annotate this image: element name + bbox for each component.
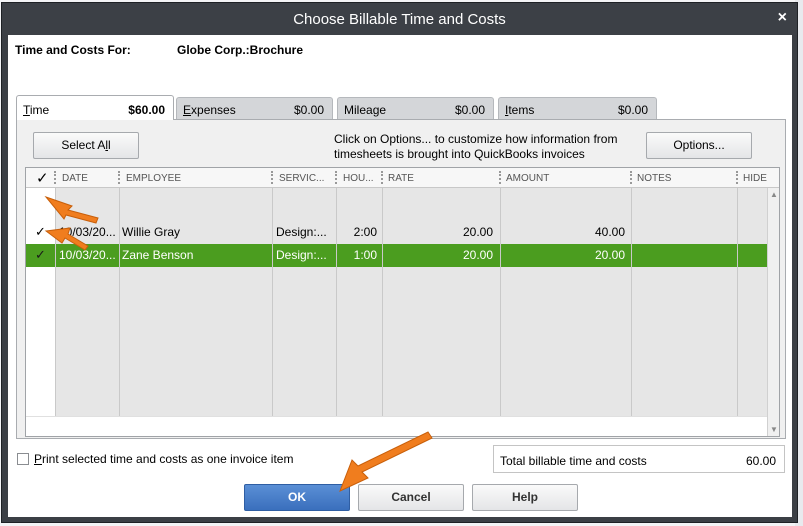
arrow-icon <box>44 195 99 224</box>
tab-time-label: Time <box>23 103 50 117</box>
arrow-icon <box>339 431 433 492</box>
arrow-icon <box>44 227 89 251</box>
annotation-arrows <box>44 195 433 492</box>
tab-time-amount: $60.00 <box>128 103 165 117</box>
tab-time[interactable]: Time $60.00 <box>16 95 174 120</box>
